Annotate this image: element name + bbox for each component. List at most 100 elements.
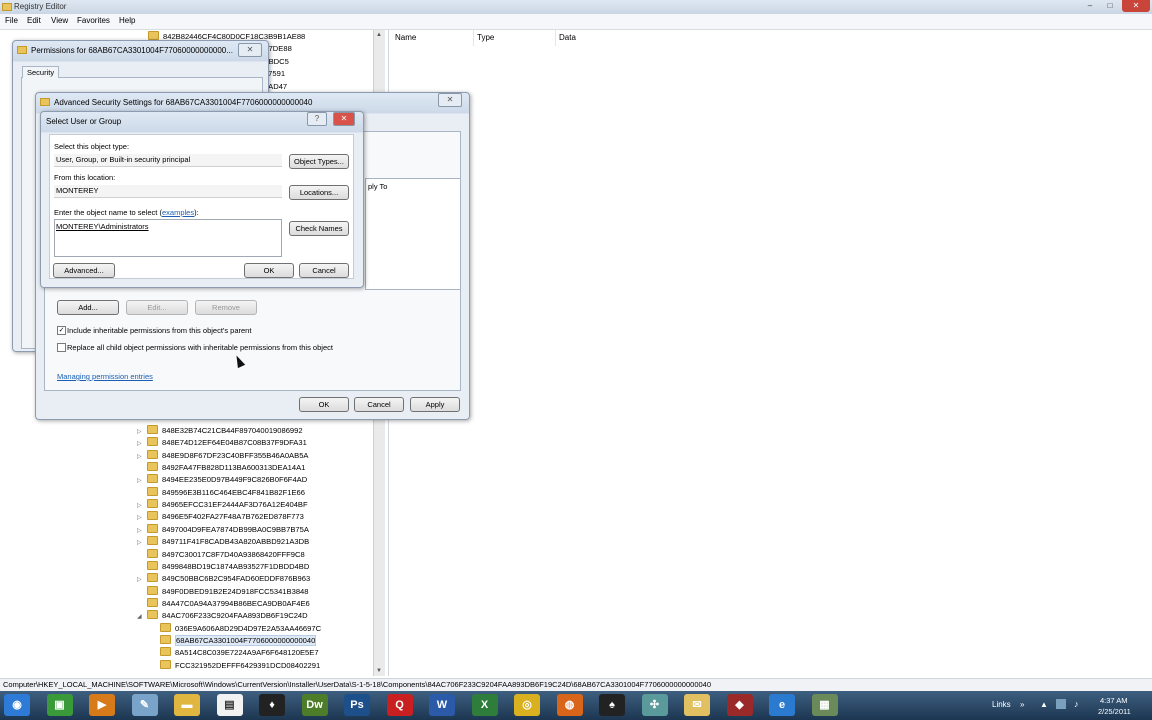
document-icon[interactable]: ▤ — [216, 694, 243, 716]
object-name-input[interactable]: MONTEREY\Administrators — [54, 219, 282, 257]
chevron-right-icon[interactable]: » — [1020, 700, 1024, 709]
column-data[interactable]: Data — [559, 33, 576, 42]
volume-tray-icon[interactable]: ♪ — [1074, 699, 1079, 709]
tree-row[interactable]: ▷ 84965EFCC31EF2444AF3D76A12E404BF — [137, 499, 308, 511]
tree-row[interactable]: 8499848BD19C1874AB93527F1DBDD4BD — [137, 560, 309, 573]
tree-row[interactable]: ▷ 849C50BBC6B2C954FAD60EDDF876B963 — [137, 573, 310, 585]
mail-icon[interactable]: ✉ — [684, 694, 710, 716]
ie-icon[interactable]: e — [769, 694, 795, 716]
column-name[interactable]: Name — [395, 33, 416, 42]
tree-row[interactable]: ▷ 8496E5F402FA27F48A7B762ED878F773 — [137, 511, 304, 523]
expand-arrow-icon[interactable]: ▷ — [137, 438, 147, 450]
expand-arrow-icon[interactable]: ▷ — [137, 525, 147, 537]
expand-arrow-icon[interactable]: ▷ — [137, 500, 147, 512]
advanced-ok-button[interactable]: OK — [299, 397, 349, 412]
object-types-button[interactable]: Object Types... — [289, 154, 349, 169]
network-icon[interactable]: ✣ — [641, 694, 668, 716]
advanced-close-button[interactable]: ✕ — [438, 93, 462, 107]
expand-arrow-icon[interactable]: ▷ — [137, 475, 147, 487]
menu-favorites[interactable]: Favorites — [77, 16, 110, 25]
excel-icon[interactable]: X — [471, 694, 498, 716]
media-player-icon[interactable]: ▶ — [89, 694, 115, 716]
include-inheritable-checkbox[interactable]: ✓ — [57, 326, 66, 335]
network-tray-icon[interactable] — [1056, 699, 1066, 709]
tray-arrow-icon[interactable]: ▲ — [1040, 700, 1048, 709]
expand-arrow-icon[interactable]: ▷ — [137, 574, 147, 586]
scroll-up-icon[interactable]: ▲ — [376, 32, 382, 38]
tree-row[interactable]: ◢ 84AC706F233C9204FAA893DB6F19C24D — [137, 610, 308, 622]
values-pane[interactable]: Name Type Data — [388, 30, 1152, 676]
expand-arrow-icon[interactable]: ▷ — [137, 537, 147, 549]
tree-row[interactable]: 68AB67CA3301004F7706000000000040 — [150, 634, 317, 647]
replace-child-checkbox[interactable] — [57, 343, 66, 352]
word-icon[interactable]: W — [429, 694, 455, 716]
tree-row[interactable]: 849596E3B116C464EBC4F841B82F1E66 — [137, 486, 305, 499]
flash-icon[interactable]: ♠ — [599, 694, 625, 716]
q-app-icon[interactable]: Q — [386, 694, 413, 716]
location-label: From this location: — [54, 173, 116, 182]
permissions-close-button[interactable]: ✕ — [238, 43, 262, 57]
select-advanced-button[interactable]: Advanced... — [53, 263, 115, 278]
hat-icon[interactable]: ♦ — [259, 694, 285, 716]
chrome-icon[interactable]: ◎ — [514, 694, 540, 716]
tree-row[interactable]: ▷ 848E74D12EF64E04B87C08B37F9DFA31 — [137, 437, 307, 449]
terminal-icon[interactable]: ▣ — [46, 694, 73, 716]
tree-row[interactable]: ▷ 8494EE235E0D97B449F9C826B0F6F4AD — [137, 474, 307, 486]
close-button[interactable]: ✕ — [1122, 0, 1150, 12]
permission-entries-list[interactable]: ply To — [365, 178, 461, 290]
tree-row[interactable]: 8497C30017C8F7D40A93868420FFF9C8 — [137, 548, 305, 561]
minimize-button[interactable]: – — [1080, 0, 1100, 12]
tab-security[interactable]: Security — [22, 66, 60, 78]
menu-help[interactable]: Help — [119, 16, 135, 25]
firefox-icon[interactable]: ◍ — [556, 694, 583, 716]
photoshop-icon[interactable]: Ps — [344, 694, 370, 716]
column-apply-to[interactable]: ply To — [368, 182, 387, 191]
maximize-button[interactable]: □ — [1100, 0, 1120, 12]
menu-view[interactable]: View — [51, 16, 68, 25]
expanded-arrow-icon[interactable]: ◢ — [137, 611, 147, 623]
locations-button[interactable]: Locations... — [289, 185, 349, 200]
remove-button[interactable]: Remove — [195, 300, 257, 315]
expand-arrow-icon[interactable]: ▷ — [137, 451, 147, 463]
menu-edit[interactable]: Edit — [27, 16, 41, 25]
scroll-down-icon[interactable]: ▼ — [376, 668, 382, 674]
remote-icon[interactable]: ▦ — [811, 694, 838, 716]
help-button[interactable]: ? — [307, 112, 327, 126]
examples-link[interactable]: examples — [162, 208, 194, 217]
tree-row[interactable]: 8492FA47FB828D113BA600313DEA14A1 — [137, 462, 305, 474]
tree-row[interactable]: 84A47C0A94A37994B86BECA9DB0AF4E6 — [137, 597, 310, 610]
menu-bar: File Edit View Favorites Help — [0, 14, 1152, 30]
edit-button[interactable]: Edit... — [126, 300, 188, 315]
menu-file[interactable]: File — [5, 16, 18, 25]
registry-icon[interactable]: ◆ — [726, 694, 753, 716]
folder-icon — [147, 597, 158, 607]
tree-row[interactable]: 849F0DBED91B2E24D918FCC5341B3848 — [137, 585, 309, 598]
tree-row[interactable]: ▷ 8497004D9FEA7874DB99BA0C9BB7B75A — [137, 523, 309, 537]
column-type[interactable]: Type — [477, 33, 494, 42]
check-names-button[interactable]: Check Names — [289, 221, 349, 236]
clock-time[interactable]: 4:37 AM — [1100, 696, 1128, 705]
tree-row[interactable]: ▷ 848E32B74C21CB44F897040019086992 — [137, 425, 303, 437]
permissions-dialog-title: Permissions for 68AB67CA3301004F77060000… — [31, 46, 233, 55]
tree-row[interactable]: FCC321952DEFFF6429391DCD08402291 — [150, 659, 320, 672]
managing-permissions-link[interactable]: Managing permission entries — [57, 372, 153, 381]
clock-date[interactable]: 2/25/2011 — [1098, 707, 1131, 716]
add-button[interactable]: Add... — [57, 300, 119, 315]
start-orb-icon[interactable]: ◉ — [4, 694, 30, 716]
select-close-button[interactable]: ✕ — [333, 112, 355, 126]
dreamweaver-icon[interactable]: Dw — [301, 694, 328, 716]
tree-row[interactable]: ▷ 848E9D8F67DF23C40BFF355B46A0AB5A — [137, 449, 308, 463]
tree-row[interactable]: 036E9A606A8D29D4D97E2A53AA46697C — [150, 622, 321, 635]
tree-row[interactable]: 8A514C8C039E7224A9AF6F648120E5E7 — [150, 647, 319, 659]
notepad-icon[interactable]: ✎ — [131, 694, 158, 716]
links-toolbar[interactable]: Links — [992, 700, 1011, 709]
enter-object-label: Enter the object name to select (example… — [54, 208, 199, 217]
expand-arrow-icon[interactable]: ▷ — [137, 426, 147, 438]
expand-arrow-icon[interactable]: ▷ — [137, 512, 147, 524]
select-ok-button[interactable]: OK — [244, 263, 294, 278]
advanced-cancel-button[interactable]: Cancel — [354, 397, 404, 412]
select-cancel-button[interactable]: Cancel — [299, 263, 349, 278]
tree-row[interactable]: ▷ 849711F41F8CADB43A820ABBD921A3DB — [137, 536, 309, 548]
folder-icon[interactable]: ▬ — [174, 694, 200, 716]
advanced-apply-button[interactable]: Apply — [410, 397, 460, 412]
